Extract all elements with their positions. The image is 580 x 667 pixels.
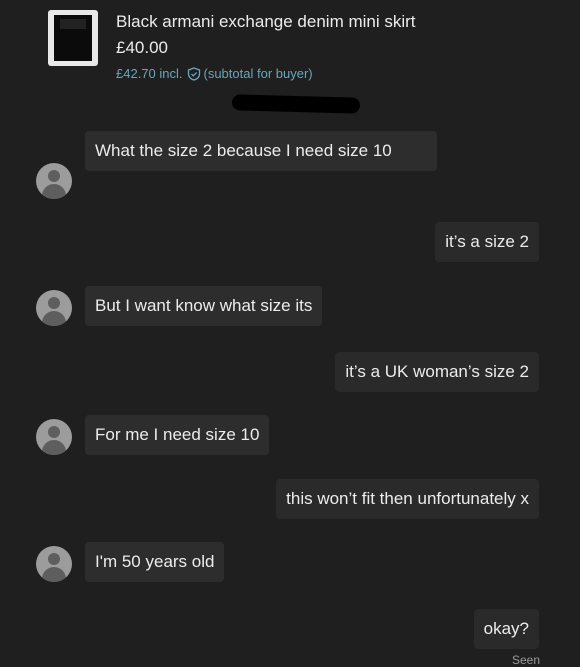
message-text: okay? [483, 619, 529, 638]
avatar-placeholder-icon[interactable] [36, 546, 72, 582]
message-bubble-received: I'm 50 years old [85, 542, 225, 582]
message-text: What the size 2 because I need size 10 [95, 141, 392, 160]
message-bubble-received: For me I need size 10 [85, 415, 270, 455]
message-bubble-received: But I want know what size its [85, 286, 323, 326]
buyer-price-note: (subtotal for buyer) [203, 66, 313, 81]
item-header[interactable]: Black armani exchange denim mini skirt £… [0, 0, 580, 100]
message-text: I'm 50 years old [95, 552, 215, 571]
item-thumbnail[interactable] [48, 10, 98, 66]
shield-check-icon [187, 66, 201, 81]
message-bubble-received: What the size 2 because I need size 10 [85, 131, 437, 171]
avatar-placeholder-icon[interactable] [36, 163, 72, 199]
seen-status: Seen [511, 653, 540, 667]
message-text: it’s a size 2 [445, 232, 529, 251]
message-bubble-sent: it’s a UK woman’s size 2 [335, 352, 539, 392]
message-text: For me I need size 10 [95, 425, 260, 444]
redacted-username [231, 94, 361, 114]
item-title[interactable]: Black armani exchange denim mini skirt [116, 12, 416, 32]
message-text: But I want know what size its [95, 296, 313, 315]
avatar-placeholder-icon[interactable] [36, 419, 72, 455]
skirt-image [54, 15, 92, 61]
message-text: this won’t fit then unfortunately x [286, 489, 529, 508]
buyer-price: £42.70 incl. [116, 66, 183, 81]
item-price: £40.00 [116, 38, 168, 57]
message-bubble-sent: it’s a size 2 [435, 222, 539, 262]
message-bubble-sent: okay? [473, 609, 539, 649]
buyer-price-row[interactable]: £42.70 incl. (subtotal for buyer) [116, 66, 313, 81]
message-bubble-sent: this won’t fit then unfortunately x [276, 479, 539, 519]
message-text: it’s a UK woman’s size 2 [345, 362, 529, 381]
avatar-placeholder-icon[interactable] [36, 290, 72, 326]
